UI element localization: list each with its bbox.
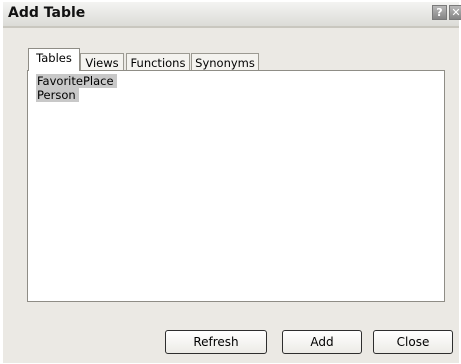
add-table-dialog: Add Table ? ✕ Tables Views Functions Syn… (1, 1, 461, 363)
tab-tables[interactable]: Tables (28, 48, 80, 71)
help-icon[interactable]: ? (432, 5, 447, 20)
add-button[interactable]: Add (282, 330, 362, 354)
title-divider (3, 26, 459, 28)
tables-list-panel[interactable]: FavoritePlace Person (27, 70, 445, 302)
list-item-favoriteplace[interactable]: FavoritePlace (36, 74, 117, 88)
list-item-person[interactable]: Person (36, 88, 79, 102)
close-icon[interactable]: ✕ (449, 5, 461, 20)
close-button[interactable]: Close (373, 330, 453, 354)
refresh-button[interactable]: Refresh (165, 330, 267, 354)
title-bar[interactable]: Add Table ? ✕ (3, 2, 461, 26)
dialog-title: Add Table (8, 5, 86, 21)
